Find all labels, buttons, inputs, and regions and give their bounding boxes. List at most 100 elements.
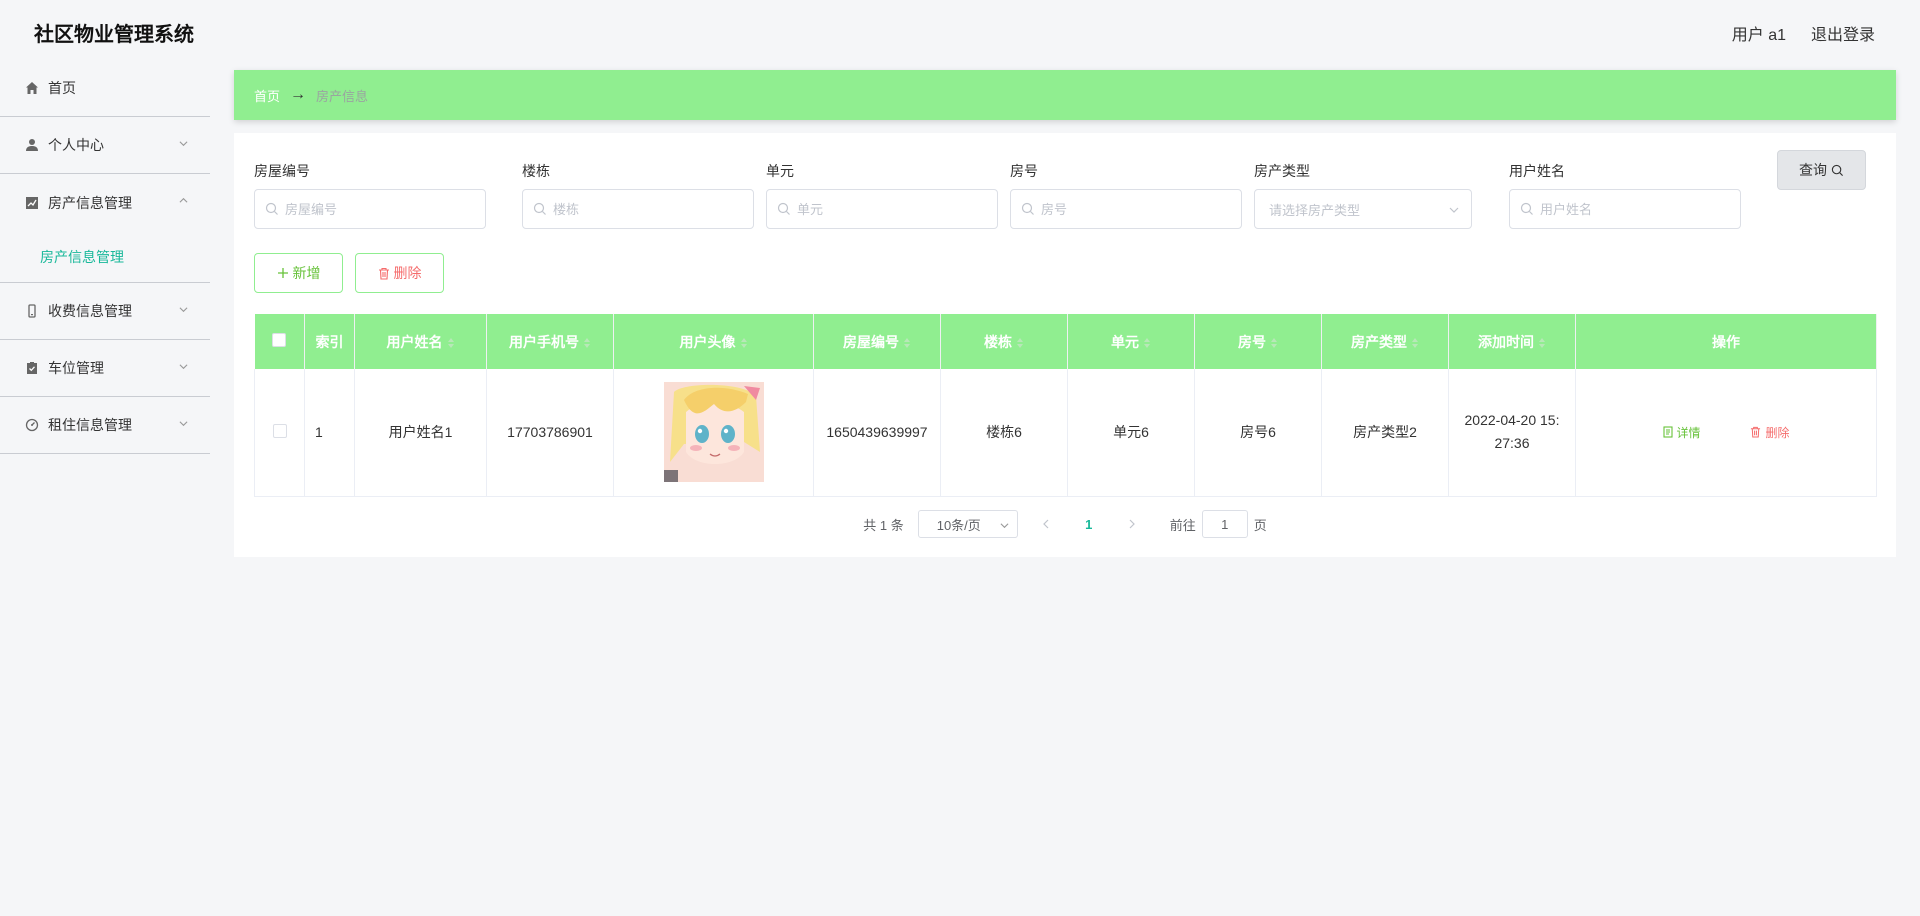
property-table: 索引 用户姓名 用户手机号 用户头像 房屋编号 楼栋 单元 房号 房产类型 添加… [254,314,1877,497]
unit-input[interactable] [797,201,997,217]
header-label: 用户姓名 [386,333,443,350]
header-label: 用户头像 [679,333,736,350]
header-avatar[interactable]: 用户头像 [613,314,814,369]
cell-building: 楼栋6 [940,369,1068,497]
breadcrumb-current: 房产信息 [316,88,369,104]
sort-icon [1017,337,1023,348]
room-input[interactable] [1041,201,1241,217]
unit-label: 单元 [766,163,794,179]
header-type[interactable]: 房产类型 [1321,314,1449,369]
home-icon [25,81,39,95]
row-checkbox[interactable] [272,423,287,438]
breadcrumb-arrow: → [290,86,307,103]
detail-label: 详情 [1676,425,1701,440]
row-delete-label: 删除 [1765,425,1790,440]
chevron-down-icon [179,141,188,147]
user-icon [25,138,39,152]
submenu-item-property-info[interactable]: 房产信息管理 [0,231,210,283]
header-index: 索引 [304,314,355,369]
prev-page-button[interactable] [1031,510,1061,538]
sidebar-item-property-info[interactable]: 房产信息管理 [0,174,210,231]
pagination-total: 共 1 条 [863,517,904,533]
chevron-down-icon [179,421,188,427]
detail-button[interactable]: 详情 [1662,424,1701,441]
sort-icon [1144,337,1150,348]
house-no-label: 房屋编号 [254,163,310,179]
goto-label: 前往 [1169,517,1196,533]
search-icon [777,202,790,215]
user-label: 用户 a1 [1731,27,1786,44]
header-house-no[interactable]: 房屋编号 [813,314,941,369]
cell-phone: 17703786901 [486,369,614,497]
next-page-button[interactable] [1117,510,1147,538]
query-button[interactable]: 查询 [1777,150,1866,190]
add-button[interactable]: 新增 [254,253,343,293]
page-number-1[interactable]: 1 [1074,510,1104,538]
house-no-input[interactable] [285,201,485,217]
user-name-label: 用户姓名 [1509,163,1565,179]
chevron-down-icon [179,307,188,313]
room-field [1010,189,1242,229]
header-label: 房屋编号 [843,333,899,350]
header-label: 单元 [1111,333,1139,350]
sidebar-item-label: 车位管理 [48,360,104,376]
chevron-down-icon [179,364,188,370]
property-type-placeholder: 请选择房产类型 [1269,202,1361,218]
row-delete-button[interactable]: 删除 [1750,424,1789,441]
header-building[interactable]: 楼栋 [940,314,1068,369]
header-phone[interactable]: 用户手机号 [486,314,614,369]
header-room[interactable]: 房号 [1194,314,1322,369]
house-no-field [254,189,486,229]
goto-page-input[interactable] [1201,510,1248,538]
sort-icon [1271,337,1277,348]
building-input[interactable] [553,201,753,217]
chevron-left-icon [1042,519,1049,529]
logout-button[interactable]: 退出登录 [1811,21,1875,45]
select-all-checkbox[interactable] [272,333,287,347]
header-user-name[interactable]: 用户姓名 [354,314,487,369]
page-size-select[interactable]: 10条/页 [917,510,1018,538]
main-panel: 房屋编号 楼栋 单元 房号 房产类型 请选择房产类型 用户姓名 查询 新增 [234,133,1896,557]
trash-icon [378,267,390,280]
clipboard-icon [25,361,39,375]
user-name-input[interactable] [1540,201,1740,217]
sidebar-item-rental[interactable]: 租住信息管理 [0,397,210,454]
bulk-delete-button[interactable]: 删除 [355,253,444,293]
header-label: 添加时间 [1478,333,1534,350]
unit-field [766,189,998,229]
building-label: 楼栋 [522,163,550,179]
header-unit[interactable]: 单元 [1067,314,1195,369]
header-label: 楼栋 [984,333,1012,350]
cell-house-no: 1650439639997 [813,369,941,497]
cell-added-time: 2022-04-20 15:27:36 [1448,369,1576,497]
sidebar-item-home[interactable]: 首页 [0,60,210,117]
user-avatar-image[interactable] [663,382,764,483]
page-suffix: 页 [1253,517,1267,533]
sidebar-item-personal-center[interactable]: 个人中心 [0,117,210,174]
header-actions: 操作 [1575,314,1877,369]
search-icon [265,202,278,215]
cell-unit: 单元6 [1067,369,1195,497]
select-all-cell [254,314,305,369]
sort-icon [584,337,590,348]
breadcrumb-home-link[interactable]: 首页 [254,86,280,105]
sidebar-item-fee-info[interactable]: 收费信息管理 [0,283,210,340]
cell-room: 房号6 [1194,369,1322,497]
sidebar-item-parking[interactable]: 车位管理 [0,340,210,397]
sidebar-item-label: 租住信息管理 [48,417,132,433]
cell-actions: 详情 删除 [1575,369,1877,497]
gauge-icon [25,418,39,432]
top-header: 社区物业管理系统 用户 a1 退出登录 [0,0,1920,60]
chevron-right-icon [1129,519,1135,529]
sort-icon [447,337,454,348]
sidebar-item-label: 首页 [48,80,76,96]
header-label: 索引 [315,333,344,350]
breadcrumb: 首页 → 房产信息 [234,70,1896,120]
building-field [522,189,754,229]
add-button-label: 新增 [292,265,321,281]
header-label: 用户手机号 [509,333,579,350]
document-icon [1662,426,1673,438]
property-type-select[interactable]: 请选择房产类型 [1254,189,1472,229]
sidebar: 首页 个人中心 房产信息管理 房产信息管理 收费信息管理 车位管理 租住信息管理 [0,60,210,916]
header-added-time[interactable]: 添加时间 [1448,314,1576,369]
